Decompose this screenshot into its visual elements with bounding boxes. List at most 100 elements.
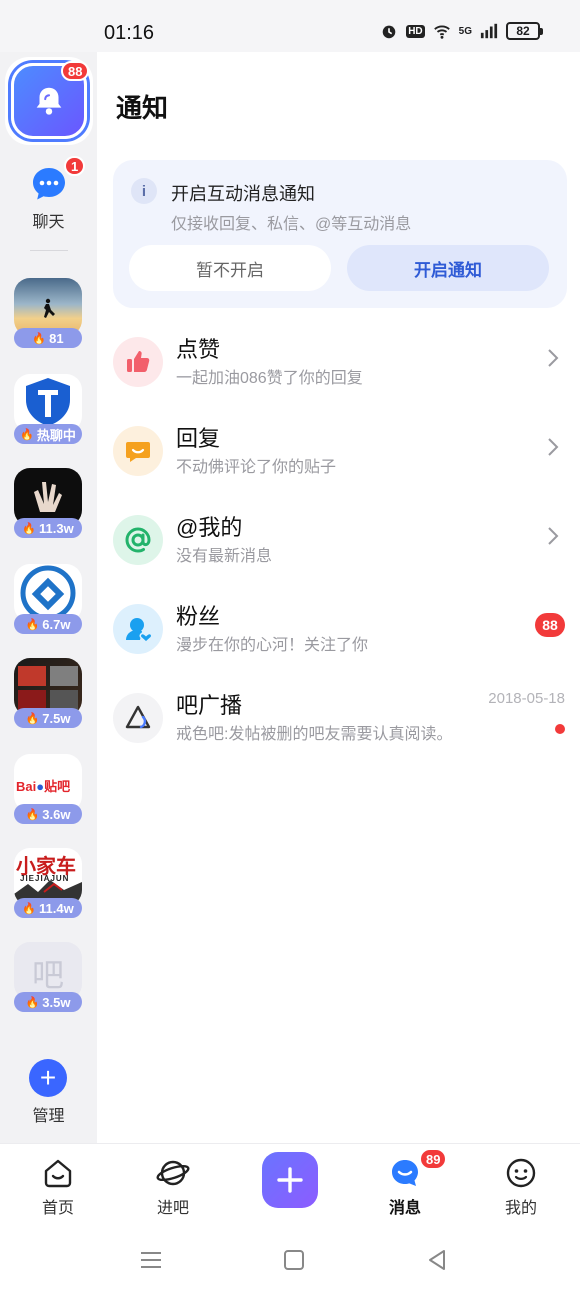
fans-badge: 88 <box>535 613 565 637</box>
forum-item-1[interactable]: 🔥 81 <box>14 278 82 348</box>
forum-item-4[interactable]: 🔥 6.7w <box>14 564 82 634</box>
battery-indicator: 82 <box>506 22 543 40</box>
tieba-logo-text: 贴吧 <box>44 779 71 794</box>
forum-heat-badge: 🔥 11.4w <box>14 898 82 918</box>
message-subtitle: 漫步在你的心河！关注了你 <box>176 637 369 654</box>
tab-forums[interactable]: 进吧 <box>133 1156 213 1218</box>
notice-title: 开启互动消息通知 <box>171 184 315 204</box>
forum-heat-badge: 🔥 热聊中 <box>14 424 82 444</box>
forum-heat-value: 11.3w <box>39 520 74 536</box>
chat-label: 聊天 <box>32 214 65 231</box>
flame-icon: 🔥 <box>25 618 40 631</box>
message-subtitle: 没有最新消息 <box>176 548 273 565</box>
back-triangle-icon[interactable] <box>422 1245 452 1275</box>
page-title: 通知 <box>116 93 169 123</box>
baidu-logo-text: Bai <box>16 779 37 794</box>
message-row-fans[interactable]: 粉丝 漫步在你的心河！关注了你 88 <box>113 597 573 677</box>
ba-placeholder-text: 吧 <box>31 957 64 993</box>
forum-heat-value: 7.5w <box>42 710 71 726</box>
messages-badge: 89 <box>419 1148 448 1170</box>
forum-item-7[interactable]: 小家车 JIEJIAJUN 🔥 11.4w <box>14 848 82 918</box>
status-time: 01:16 <box>104 22 155 44</box>
forum-item-6[interactable]: Bai●贴吧 🔥 3.6w <box>14 754 82 824</box>
flame-icon: 🔥 <box>25 996 40 1009</box>
tab-home[interactable]: 首页 <box>18 1156 98 1218</box>
forum-heat-badge: 🔥 11.3w <box>14 518 82 538</box>
forum-heat-badge: 🔥 81 <box>14 328 82 348</box>
tab-label: 我的 <box>504 1200 537 1217</box>
notification-tab[interactable]: 88 <box>5 57 93 145</box>
forum-heat-badge: 🔥 7.5w <box>14 708 82 728</box>
message-subtitle: 一起加油086赞了你的回复 <box>176 370 363 387</box>
message-title: 吧广播 <box>176 693 243 718</box>
message-date: 2018-05-18 <box>488 690 565 707</box>
forum-heat-value: 81 <box>49 330 64 346</box>
unread-dot <box>555 724 565 734</box>
tab-label: 消息 <box>388 1200 421 1217</box>
profile-icon <box>506 1158 536 1188</box>
menu-icon[interactable] <box>136 1245 166 1275</box>
forum-rail: 88 1 聊天 🔥 81 🔥 热聊中 🔥 11.3w 🔥 6.7w 🔥 7.5w… <box>0 52 97 1143</box>
forum-item-2[interactable]: 🔥 热聊中 <box>14 374 82 444</box>
flame-icon: 🔥 <box>20 428 34 441</box>
forum-heat-value: 3.6w <box>42 806 71 822</box>
network-type: 5G <box>458 25 472 37</box>
home-square-icon[interactable] <box>279 1245 309 1275</box>
forum-heat-value: 热聊中 <box>36 427 76 443</box>
paw-icon: ● <box>36 779 45 794</box>
create-post-button[interactable] <box>262 1152 318 1208</box>
chat-badge: 1 <box>64 156 86 176</box>
message-subtitle: 戒色吧:发帖被删的吧友需要认真阅读。 <box>176 726 453 743</box>
tab-profile[interactable]: 我的 <box>481 1156 561 1218</box>
wifi-icon <box>433 25 450 39</box>
thumbs-up-icon <box>113 337 163 387</box>
status-icons: HD 5G 82 <box>380 22 543 40</box>
chat-button[interactable]: 1 <box>24 156 86 211</box>
fans-heart-icon <box>113 604 163 654</box>
message-row-likes[interactable]: 点赞 一起加油086赞了你的回复 <box>113 330 573 410</box>
tab-label: 首页 <box>41 1200 74 1217</box>
alarm-icon <box>382 25 396 39</box>
forum-item-8[interactable]: 吧 🔥 3.5w <box>14 942 82 1012</box>
flame-icon: 🔥 <box>22 522 36 535</box>
chevron-right-icon <box>548 349 559 367</box>
notice-subtitle: 仅接收回复、私信、@等互动消息 <box>171 216 412 233</box>
flame-icon: 🔥 <box>22 902 36 915</box>
forum-heat-value: 11.4w <box>39 900 74 916</box>
flame-icon: 🔥 <box>25 808 40 821</box>
message-title: @我的 <box>176 515 243 540</box>
notification-badge: 88 <box>61 61 90 81</box>
forum-item-5[interactable]: 🔥 7.5w <box>14 658 82 728</box>
forum-heat-badge: 🔥 3.5w <box>14 992 82 1012</box>
manage-label: 管理 <box>32 1108 65 1125</box>
message-row-mentions[interactable]: @我的 没有最新消息 <box>113 508 573 588</box>
forum-heat-value: 3.5w <box>42 994 71 1010</box>
enable-notification-button[interactable]: 开启通知 <box>347 245 549 291</box>
notification-permission-card: i 开启互动消息通知 仅接收回复、私信、@等互动消息 暂不开启 开启通知 <box>113 160 567 308</box>
message-row-broadcast[interactable]: 吧广播 戒色吧:发帖被删的吧友需要认真阅读。 2018-05-18 <box>113 686 573 766</box>
not-now-button[interactable]: 暂不开启 <box>129 245 331 291</box>
status-bar: 01:16 HD 5G 82 <box>0 0 580 52</box>
plus-icon <box>277 1167 303 1193</box>
at-sign-icon <box>113 515 163 565</box>
message-row-replies[interactable]: 回复 不动佛评论了你的贴子 <box>113 419 573 499</box>
forum-item-3[interactable]: 🔥 11.3w <box>14 468 82 538</box>
signal-icon <box>480 23 498 39</box>
message-subtitle: 不动佛评论了你的贴子 <box>176 459 337 476</box>
chevron-right-icon <box>548 438 559 456</box>
message-title: 粉丝 <box>176 604 221 629</box>
info-icon: i <box>131 178 157 204</box>
forum-heat-badge: 🔥 6.7w <box>14 614 82 634</box>
message-icon <box>392 1160 418 1186</box>
planet-icon <box>156 1160 190 1186</box>
forum-heat-value: 6.7w <box>42 616 71 632</box>
flame-icon: 🔥 <box>25 712 40 725</box>
forum-heat-badge: 🔥 3.6w <box>14 804 82 824</box>
tab-messages[interactable]: 消息 89 <box>365 1148 448 1218</box>
rail-divider <box>30 250 68 251</box>
message-title: 点赞 <box>176 337 221 362</box>
chevron-right-icon <box>548 527 559 545</box>
home-icon <box>44 1159 72 1188</box>
manage-button[interactable]: + <box>29 1059 67 1097</box>
message-title: 回复 <box>176 426 221 451</box>
